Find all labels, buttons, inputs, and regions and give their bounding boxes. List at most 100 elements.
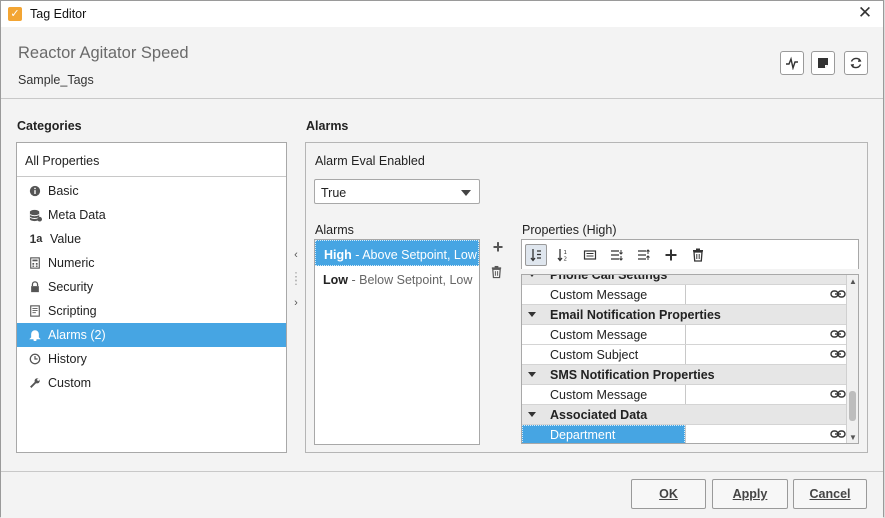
alarm-item-high[interactable]: High - Above Setpoint, Low	[315, 240, 479, 266]
title-bar: ✓ Tag Editor ✕	[1, 1, 883, 27]
category-numeric[interactable]: Numeric	[17, 251, 286, 275]
category-scripting[interactable]: Scripting	[17, 299, 286, 323]
add-alarm-button[interactable]: +	[490, 238, 506, 256]
category-label: Value	[50, 232, 82, 246]
tag-editor-window: ✓ Tag Editor ✕ Reactor Agitator Speed Sa…	[0, 0, 884, 518]
trend-button[interactable]	[780, 51, 804, 75]
category-value[interactable]: 1a Value	[17, 227, 286, 251]
splitter-grip-icon[interactable]: ⋮ ⋮	[290, 272, 302, 287]
chevron-down-icon[interactable]	[528, 275, 536, 277]
properties-toolbar: 12	[521, 239, 859, 269]
note-icon	[818, 58, 828, 68]
chevron-down-icon[interactable]	[528, 312, 536, 317]
category-security[interactable]: Security	[17, 275, 286, 299]
sort-by-category-button[interactable]	[525, 243, 547, 266]
tag-name: Reactor Agitator Speed	[18, 44, 189, 62]
description-button[interactable]	[579, 244, 601, 266]
property-value[interactable]	[685, 345, 848, 364]
properties-grid: Phone Call Settings Custom Message Email…	[521, 274, 859, 444]
categories-label: Categories	[17, 119, 82, 133]
property-group-associated-data[interactable]: Associated Data	[522, 405, 848, 425]
script-icon	[28, 304, 42, 318]
category-label: Scripting	[48, 304, 97, 318]
description-panel-icon	[583, 249, 597, 260]
category-meta-data[interactable]: Meta Data	[17, 203, 286, 227]
category-custom[interactable]: Custom	[17, 371, 286, 395]
tag-provider: Sample_Tags	[18, 73, 94, 87]
alarm-desc: - Above Setpoint, Low	[351, 248, 477, 262]
scroll-down-icon[interactable]: ▼	[849, 433, 857, 442]
property-group-label: Associated Data	[550, 408, 648, 422]
category-basic[interactable]: Basic	[17, 179, 286, 203]
apply-button[interactable]: Apply	[712, 479, 788, 509]
categories-list: Basic Meta Data 1a Value Numeric Securit…	[17, 177, 286, 395]
refresh-icon	[850, 57, 862, 69]
apply-label: Apply	[732, 487, 768, 501]
expand-all-button[interactable]	[606, 244, 628, 266]
value-icon: 1a	[29, 232, 43, 246]
collapse-right-icon[interactable]: ›	[290, 297, 302, 309]
tag-header: Reactor Agitator Speed Sample_Tags	[1, 27, 883, 99]
note-button[interactable]	[811, 51, 835, 75]
chevron-down-icon	[461, 190, 471, 196]
all-properties-item[interactable]: All Properties	[17, 143, 286, 177]
property-name: Custom Message	[550, 328, 648, 342]
category-label: Meta Data	[48, 208, 106, 222]
property-group-email[interactable]: Email Notification Properties	[522, 305, 848, 325]
alarms-panel: Alarm Eval Enabled True Alarms High - Ab…	[305, 142, 868, 453]
properties-scrollbar[interactable]: ▲ ▼	[846, 275, 858, 443]
calculator-icon	[28, 256, 42, 270]
property-row[interactable]: Custom Message	[522, 285, 848, 305]
property-group-sms[interactable]: SMS Notification Properties	[522, 365, 848, 385]
property-group-phone[interactable]: Phone Call Settings	[522, 275, 848, 285]
category-label: Basic	[48, 184, 79, 198]
delete-property-button[interactable]	[687, 244, 709, 266]
chevron-down-icon[interactable]	[528, 372, 536, 377]
property-row[interactable]: Custom Message	[522, 385, 848, 405]
category-history[interactable]: History	[17, 347, 286, 371]
cancel-button[interactable]: Cancel	[793, 479, 867, 509]
category-label: Alarms (2)	[48, 328, 106, 342]
expand-all-icon	[611, 249, 623, 261]
property-group-label: Email Notification Properties	[550, 308, 721, 322]
link-icon[interactable]	[830, 348, 846, 360]
dialog-footer: OK Apply Cancel	[1, 471, 883, 518]
category-label: Security	[48, 280, 94, 294]
property-row[interactable]: Custom Message	[522, 325, 848, 345]
trend-icon	[786, 56, 798, 70]
property-value[interactable]	[685, 325, 848, 344]
collapse-left-icon[interactable]: ‹	[290, 249, 302, 261]
property-row[interactable]: Custom Subject	[522, 345, 848, 365]
link-icon[interactable]	[830, 288, 846, 300]
svg-text:2: 2	[564, 256, 568, 262]
link-icon[interactable]	[830, 428, 846, 440]
chevron-down-icon[interactable]	[528, 412, 536, 417]
sort-alpha-button[interactable]: 12	[552, 244, 574, 266]
property-value[interactable]	[685, 385, 848, 404]
splitter[interactable]: ‹ ⋮ ⋮ ›	[290, 249, 302, 309]
delete-alarm-button[interactable]	[490, 265, 506, 281]
add-property-button[interactable]	[660, 244, 682, 266]
alarm-eval-select[interactable]: True	[314, 179, 480, 204]
category-alarms[interactable]: Alarms (2)	[17, 323, 286, 347]
sort-alpha-icon: 12	[557, 248, 568, 262]
scroll-up-icon[interactable]: ▲	[849, 277, 857, 286]
sort-category-icon	[530, 248, 541, 262]
categories-panel: All Properties Basic Meta Data 1a Value …	[16, 142, 287, 453]
property-value[interactable]	[685, 425, 848, 443]
property-row-department[interactable]: Department	[522, 425, 848, 443]
window-title: Tag Editor	[30, 7, 87, 21]
alarm-eval-value: True	[321, 186, 347, 200]
link-icon[interactable]	[830, 388, 846, 400]
close-button[interactable]: ✕	[855, 3, 875, 23]
cancel-label: Cancel	[809, 487, 851, 501]
property-value[interactable]	[685, 285, 848, 304]
clock-icon	[28, 352, 42, 366]
property-name: Custom Subject	[550, 348, 639, 362]
collapse-all-button[interactable]	[633, 244, 655, 266]
refresh-button[interactable]	[844, 51, 868, 75]
ok-button[interactable]: OK	[631, 479, 706, 509]
scroll-thumb[interactable]	[849, 391, 856, 421]
alarm-item-low[interactable]: Low - Below Setpoint, Low	[315, 266, 479, 292]
link-icon[interactable]	[830, 328, 846, 340]
